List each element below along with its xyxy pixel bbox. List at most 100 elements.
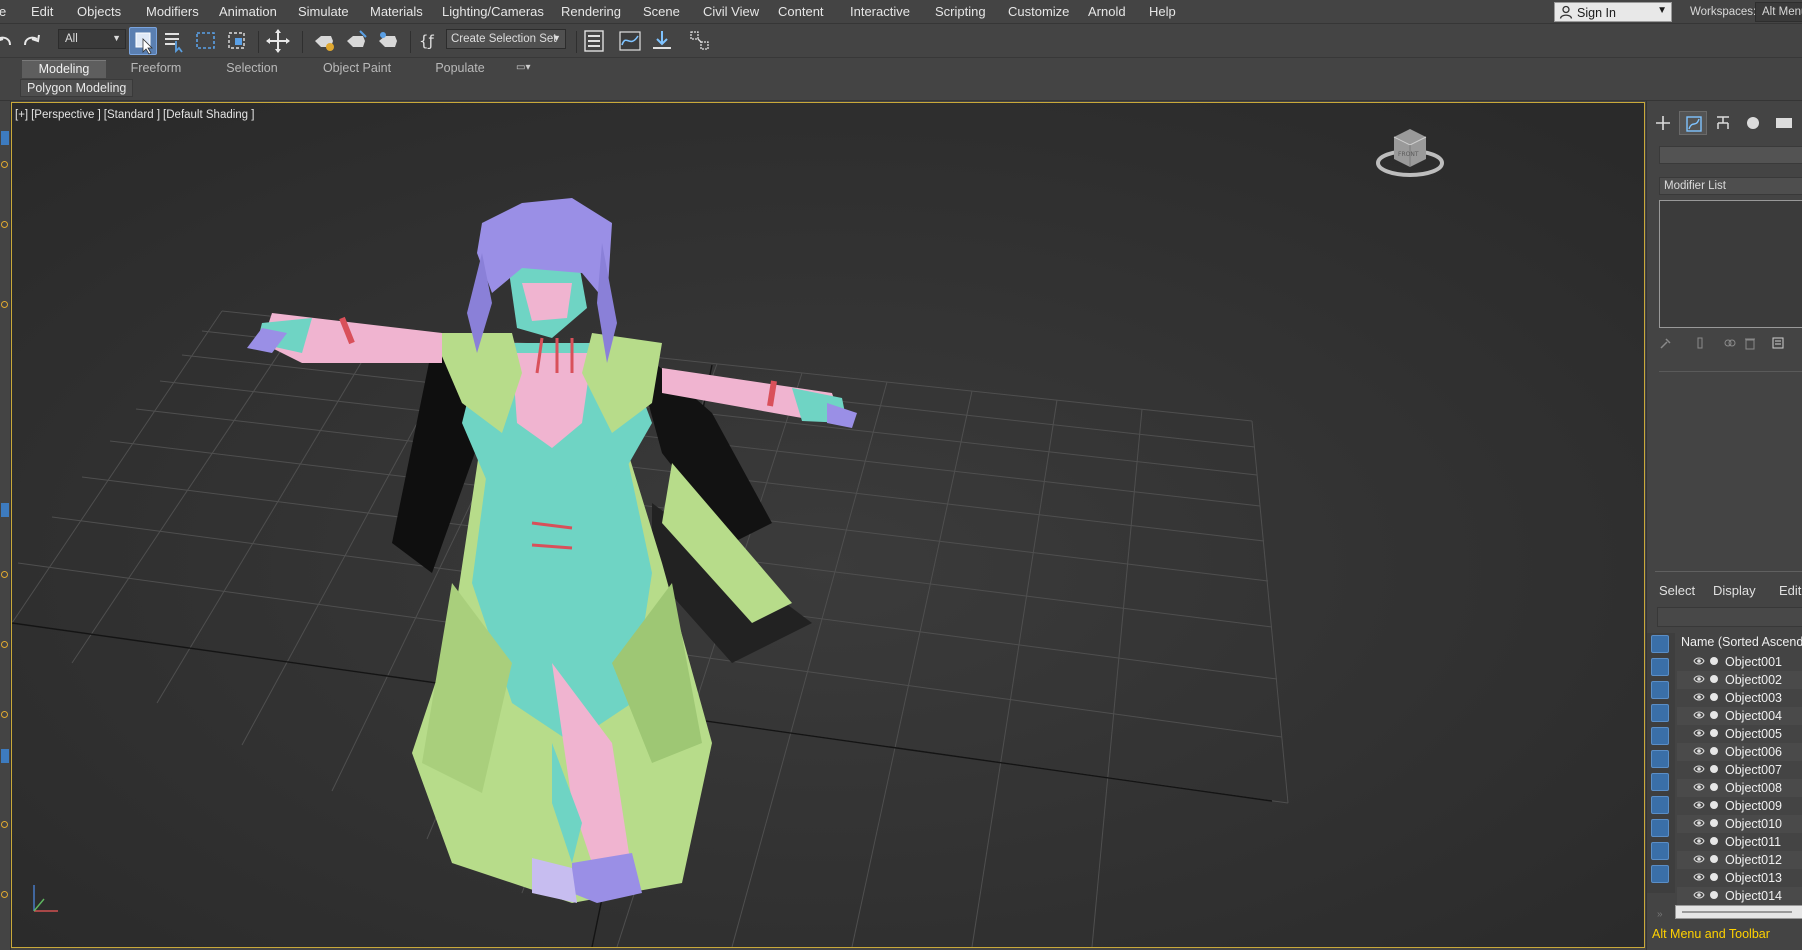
perspective-viewport[interactable]: [+] [Perspective ] [Standard ] [Default Sha…: [11, 102, 1645, 948]
eye-icon[interactable]: [1693, 691, 1705, 703]
redo-button[interactable]: [18, 27, 46, 55]
table-row[interactable]: Object002: [1677, 671, 1802, 689]
make-unique-icon[interactable]: [1723, 336, 1737, 350]
menu-scripting[interactable]: Scripting: [935, 4, 986, 19]
menu-file[interactable]: e: [0, 4, 6, 19]
freeze-toggle-icon[interactable]: [1710, 693, 1718, 701]
display-containers-icon[interactable]: [1651, 865, 1669, 883]
table-row[interactable]: Object014: [1677, 887, 1802, 905]
sign-in-dropdown[interactable]: Sign In ▼: [1554, 2, 1672, 22]
display-none-icon[interactable]: [1651, 635, 1669, 653]
menu-scene[interactable]: Scene: [643, 4, 680, 19]
scrollbar-thumb[interactable]: [1682, 911, 1792, 913]
configure-modifier-sets-icon[interactable]: [1771, 336, 1785, 350]
menu-rendering[interactable]: Rendering: [561, 4, 621, 19]
undo-button[interactable]: [0, 27, 18, 55]
explorer-horizontal-scrollbar[interactable]: [1675, 905, 1802, 919]
eye-icon[interactable]: [1693, 871, 1705, 883]
polygon-modeling-panel[interactable]: Polygon Modeling: [20, 79, 134, 97]
eye-icon[interactable]: [1693, 727, 1705, 739]
table-row[interactable]: Object003: [1677, 689, 1802, 707]
schematic-view-button[interactable]: [648, 27, 676, 55]
material-editor-button[interactable]: [686, 27, 714, 55]
viewport-menu-plus[interactable]: [+]: [15, 109, 28, 121]
display-groups-icon[interactable]: [1651, 796, 1669, 814]
display-cameras-icon[interactable]: [1651, 727, 1669, 745]
show-end-result-icon[interactable]: [1693, 336, 1707, 350]
viewport-standard-menu[interactable]: [Standard ]: [104, 109, 160, 121]
create-tab-icon[interactable]: [1649, 111, 1677, 135]
menu-animation[interactable]: Animation: [219, 4, 277, 19]
tab-object-paint[interactable]: Object Paint: [312, 60, 402, 78]
table-row[interactable]: Object010: [1677, 815, 1802, 833]
display-space-warps-icon[interactable]: [1651, 773, 1669, 791]
motion-tab-icon[interactable]: [1739, 111, 1767, 135]
eye-icon[interactable]: [1693, 709, 1705, 721]
modifier-list-select[interactable]: Modifier List: [1659, 177, 1802, 195]
eye-icon[interactable]: [1693, 763, 1705, 775]
freeze-toggle-icon[interactable]: [1710, 801, 1718, 809]
render-setup-button[interactable]: [310, 27, 338, 55]
eye-icon[interactable]: [1693, 889, 1705, 901]
explorer-search-input[interactable]: [1657, 607, 1802, 627]
menu-materials[interactable]: Materials: [370, 4, 423, 19]
menu-simulate[interactable]: Simulate: [298, 4, 349, 19]
eye-icon[interactable]: [1693, 817, 1705, 829]
viewport-shading-menu[interactable]: [Default Shading ]: [163, 109, 254, 121]
freeze-toggle-icon[interactable]: [1710, 873, 1718, 881]
freeze-toggle-icon[interactable]: [1710, 711, 1718, 719]
eye-icon[interactable]: [1693, 835, 1705, 847]
eye-icon[interactable]: [1693, 655, 1705, 667]
eye-icon[interactable]: [1693, 673, 1705, 685]
hierarchy-tab-icon[interactable]: [1709, 111, 1737, 135]
table-row[interactable]: Object012: [1677, 851, 1802, 869]
object-name-field[interactable]: [1659, 146, 1802, 164]
display-xrefs-icon[interactable]: [1651, 819, 1669, 837]
name-column-header[interactable]: Name (Sorted Ascending): [1677, 634, 1802, 652]
strip-button[interactable]: [1, 131, 9, 145]
tab-freeform[interactable]: Freeform: [118, 60, 194, 78]
eye-icon[interactable]: [1693, 781, 1705, 793]
modifier-stack[interactable]: [1659, 200, 1802, 328]
freeze-toggle-icon[interactable]: [1710, 783, 1718, 791]
table-row[interactable]: Object007: [1677, 761, 1802, 779]
menu-content[interactable]: Content: [778, 4, 824, 19]
table-row[interactable]: Object013: [1677, 869, 1802, 887]
table-row[interactable]: Object004: [1677, 707, 1802, 725]
layer-explorer-button[interactable]: [580, 27, 608, 55]
table-row[interactable]: Object008: [1677, 779, 1802, 797]
menu-lighting-cameras[interactable]: Lighting/Cameras: [442, 4, 544, 19]
table-row[interactable]: Object011: [1677, 833, 1802, 851]
window-crossing-button[interactable]: [224, 27, 252, 55]
table-row[interactable]: Object005: [1677, 725, 1802, 743]
table-row[interactable]: Object009: [1677, 797, 1802, 815]
curve-editor-button[interactable]: [616, 27, 644, 55]
menu-objects[interactable]: Objects: [77, 4, 121, 19]
selection-filter-select[interactable]: All ▼: [58, 29, 126, 49]
viewport-point-of-view-menu[interactable]: [Perspective ]: [31, 109, 101, 121]
viewport-label-menu[interactable]: [+] [Perspective ] [Standard ] [Default Sha…: [15, 109, 257, 121]
explorer-tab-edit[interactable]: Edit: [1779, 583, 1801, 598]
display-tab-icon[interactable]: [1769, 111, 1797, 135]
freeze-toggle-icon[interactable]: [1710, 819, 1718, 827]
strip-button[interactable]: [1, 749, 9, 763]
freeze-toggle-icon[interactable]: [1710, 675, 1718, 683]
display-bones-icon[interactable]: [1651, 842, 1669, 860]
freeze-toggle-icon[interactable]: [1710, 729, 1718, 737]
display-geometry-icon[interactable]: [1651, 658, 1669, 676]
tab-selection[interactable]: Selection: [214, 60, 290, 78]
ribbon-options-icon[interactable]: ▭▾: [516, 62, 530, 73]
freeze-toggle-icon[interactable]: [1710, 747, 1718, 755]
table-row[interactable]: Object001: [1677, 653, 1802, 671]
freeze-toggle-icon[interactable]: [1710, 765, 1718, 773]
tab-modeling[interactable]: Modeling: [22, 60, 106, 78]
freeze-toggle-icon[interactable]: [1710, 657, 1718, 665]
rendered-frame-window-button[interactable]: [342, 27, 370, 55]
viewcube[interactable]: FRONT: [1376, 123, 1446, 183]
freeze-toggle-icon[interactable]: [1710, 891, 1718, 899]
pin-stack-icon[interactable]: [1659, 336, 1673, 350]
render-production-button[interactable]: [374, 27, 402, 55]
explorer-tab-select[interactable]: Select: [1659, 583, 1695, 598]
strip-button[interactable]: [1, 503, 9, 517]
menu-civil-view[interactable]: Civil View: [703, 4, 759, 19]
